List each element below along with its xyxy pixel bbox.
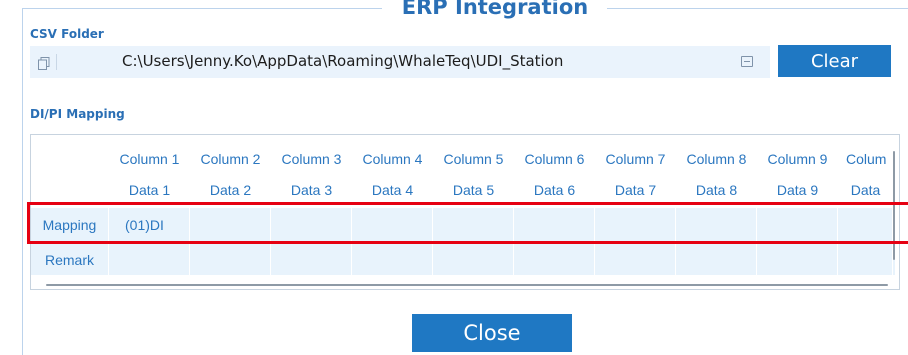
remark-cell[interactable]	[433, 244, 514, 275]
remark-cell[interactable]	[676, 244, 757, 275]
remark-row: Remark	[31, 244, 895, 275]
column-header[interactable]: Colum	[838, 145, 888, 173]
remark-cell[interactable]	[271, 244, 352, 275]
data-header: Data 6	[533, 182, 576, 198]
csv-folder-label: CSV Folder	[30, 27, 104, 41]
group-border-top-left	[22, 8, 382, 9]
dialog-title: ERP Integration	[401, 0, 589, 19]
data-header: Data	[850, 182, 881, 198]
column-header[interactable]: Column 2	[190, 145, 271, 173]
data-header: Data 4	[371, 182, 414, 198]
horizontal-scrollbar[interactable]	[46, 284, 888, 286]
column-header-row: Column 1 Column 2 Column 3 Column 4 Colu…	[31, 145, 895, 173]
csv-folder-path-field[interactable]: C:\Users\Jenny.Ko\AppData\Roaming\WhaleT…	[30, 46, 770, 78]
close-button[interactable]: Close	[412, 314, 572, 352]
mapping-row-highlight	[27, 202, 908, 244]
corner-cell	[31, 145, 109, 173]
csv-folder-path-text: C:\Users\Jenny.Ko\AppData\Roaming\WhaleT…	[122, 52, 564, 70]
data-header-row: Data 1 Data 2 Data 3 Data 4 Data 5 Data …	[31, 176, 895, 204]
data-header: Data 9	[776, 182, 819, 198]
data-header: Data 8	[695, 182, 738, 198]
remark-cell[interactable]	[838, 244, 893, 275]
data-header: Data 1	[128, 182, 171, 198]
clear-button[interactable]: Clear	[778, 45, 891, 77]
column-header[interactable]: Column 3	[271, 145, 352, 173]
column-header[interactable]: Column 1	[109, 145, 190, 173]
data-header: Data 5	[452, 182, 495, 198]
copy-icon[interactable]	[38, 55, 50, 70]
data-header: Data 3	[290, 182, 333, 198]
remark-cell[interactable]	[352, 244, 433, 275]
remark-cell[interactable]	[757, 244, 838, 275]
column-header[interactable]: Column 8	[676, 145, 757, 173]
corner-cell	[31, 176, 109, 204]
column-header[interactable]: Column 4	[352, 145, 433, 173]
row-label-remark: Remark	[31, 244, 109, 275]
remark-cell[interactable]	[109, 244, 190, 275]
group-border-left	[22, 8, 23, 355]
column-header[interactable]: Column 7	[595, 145, 676, 173]
column-header[interactable]: Column 9	[757, 145, 838, 173]
data-header: Data 7	[614, 182, 657, 198]
remark-cell[interactable]	[595, 244, 676, 275]
data-header: Data 2	[209, 182, 252, 198]
remark-cell[interactable]	[514, 244, 595, 275]
remark-cell[interactable]	[190, 244, 271, 275]
di-pi-mapping-label: DI/PI Mapping	[30, 107, 125, 121]
column-header[interactable]: Column 6	[514, 145, 595, 173]
path-divider	[56, 54, 57, 70]
column-header[interactable]: Column 5	[433, 145, 514, 173]
browse-icon[interactable]	[741, 56, 753, 67]
group-border-top-right	[607, 8, 908, 9]
